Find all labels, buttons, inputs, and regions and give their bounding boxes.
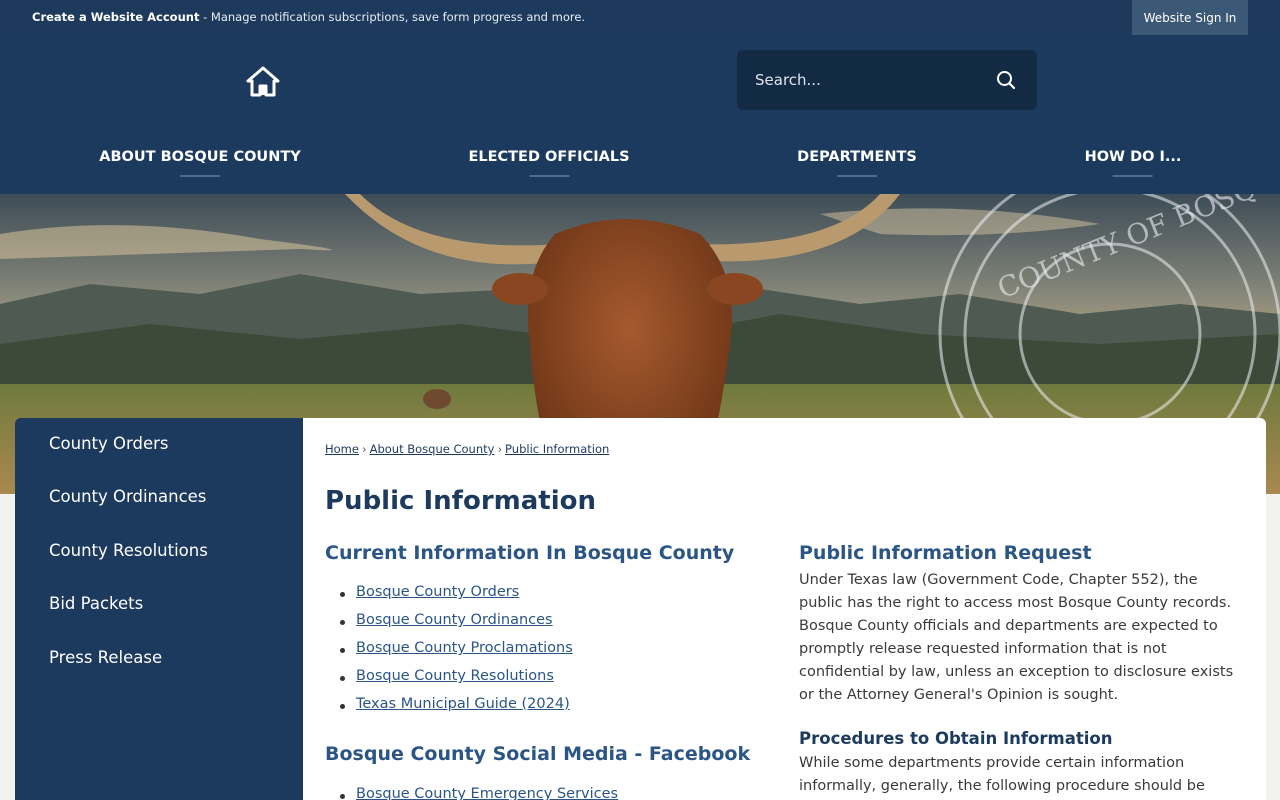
nav-elected-officials[interactable]: ELECTED OFFICIALS <box>468 149 630 177</box>
search-icon[interactable] <box>995 69 1017 91</box>
home-icon[interactable] <box>246 65 280 99</box>
public-information-request-heading: Public Information Request <box>799 542 1092 564</box>
procedures-text: While some departments provide certain i… <box>799 755 1205 794</box>
sidebar-item-press-release[interactable]: Press Release <box>49 648 162 667</box>
sidebar-item-county-orders[interactable]: County Orders <box>49 434 169 453</box>
link-bosque-county-proclamations[interactable]: Bosque County Proclamations <box>356 640 573 656</box>
site-header: ABOUT BOSQUE COUNTY ELECTED OFFICIALS DE… <box>0 35 1280 194</box>
list-item: Bosque County Ordinances <box>325 612 573 640</box>
search-box <box>737 50 1037 110</box>
social-media-links: Bosque County Emergency Services <box>325 786 618 800</box>
nav-label: HOW DO I... <box>1084 149 1182 165</box>
list-item: Bosque County Resolutions <box>325 668 573 696</box>
breadcrumb: Home › About Bosque County › Public Informat… <box>325 442 610 456</box>
nav-label: DEPARTMENTS <box>797 149 917 165</box>
main-navigation: ABOUT BOSQUE COUNTY ELECTED OFFICIALS DE… <box>0 149 1280 179</box>
account-description: - Manage notification subscriptions, sav… <box>203 10 586 24</box>
main-content: Home › About Bosque County › Public Informat… <box>303 418 1266 800</box>
nav-departments[interactable]: DEPARTMENTS <box>797 149 917 177</box>
link-bosque-county-orders[interactable]: Bosque County Orders <box>356 584 519 600</box>
link-bosque-county-resolutions[interactable]: Bosque County Resolutions <box>356 668 554 684</box>
sidebar-item-bid-packets[interactable]: Bid Packets <box>49 594 143 613</box>
list-item: Bosque County Proclamations <box>325 640 573 668</box>
current-information-links: Bosque County Orders Bosque County Ordin… <box>325 584 573 724</box>
list-item: Texas Municipal Guide (2024) <box>325 696 573 724</box>
breadcrumb-about[interactable]: About Bosque County <box>370 442 495 456</box>
top-utility-bar: Create a Website Account - Manage notifi… <box>0 0 1280 35</box>
search-input[interactable] <box>755 66 975 94</box>
list-item: Bosque County Emergency Services <box>325 786 618 800</box>
procedures-heading: Procedures to Obtain Information <box>799 729 1113 748</box>
sidebar-item-county-resolutions[interactable]: County Resolutions <box>49 541 208 560</box>
link-emergency-services[interactable]: Bosque County Emergency Services <box>356 786 618 800</box>
nav-about-bosque-county[interactable]: ABOUT BOSQUE COUNTY <box>99 149 301 177</box>
nav-label: ABOUT BOSQUE COUNTY <box>99 149 301 165</box>
nav-how-do-i[interactable]: HOW DO I... <box>1084 149 1182 177</box>
account-message: Create a Website Account - Manage notifi… <box>32 10 585 24</box>
public-information-request-text: Under Texas law (Government Code, Chapte… <box>799 572 1234 703</box>
sidebar: County Orders County Ordinances County R… <box>15 418 303 800</box>
page-title: Public Information <box>325 486 596 516</box>
create-account-link[interactable]: Create a Website Account <box>32 10 199 24</box>
link-bosque-county-ordinances[interactable]: Bosque County Ordinances <box>356 612 553 628</box>
list-item: Bosque County Orders <box>325 584 573 612</box>
nav-label: ELECTED OFFICIALS <box>468 149 630 165</box>
social-media-heading: Bosque County Social Media - Facebook <box>325 743 751 765</box>
link-texas-municipal-guide[interactable]: Texas Municipal Guide (2024) <box>356 696 570 712</box>
sidebar-item-county-ordinances[interactable]: County Ordinances <box>49 487 206 506</box>
breadcrumb-home[interactable]: Home <box>325 442 359 456</box>
breadcrumb-public-information[interactable]: Public Information <box>505 442 609 456</box>
website-sign-in-button[interactable]: Website Sign In <box>1132 0 1248 35</box>
current-information-heading: Current Information In Bosque County <box>325 542 735 564</box>
